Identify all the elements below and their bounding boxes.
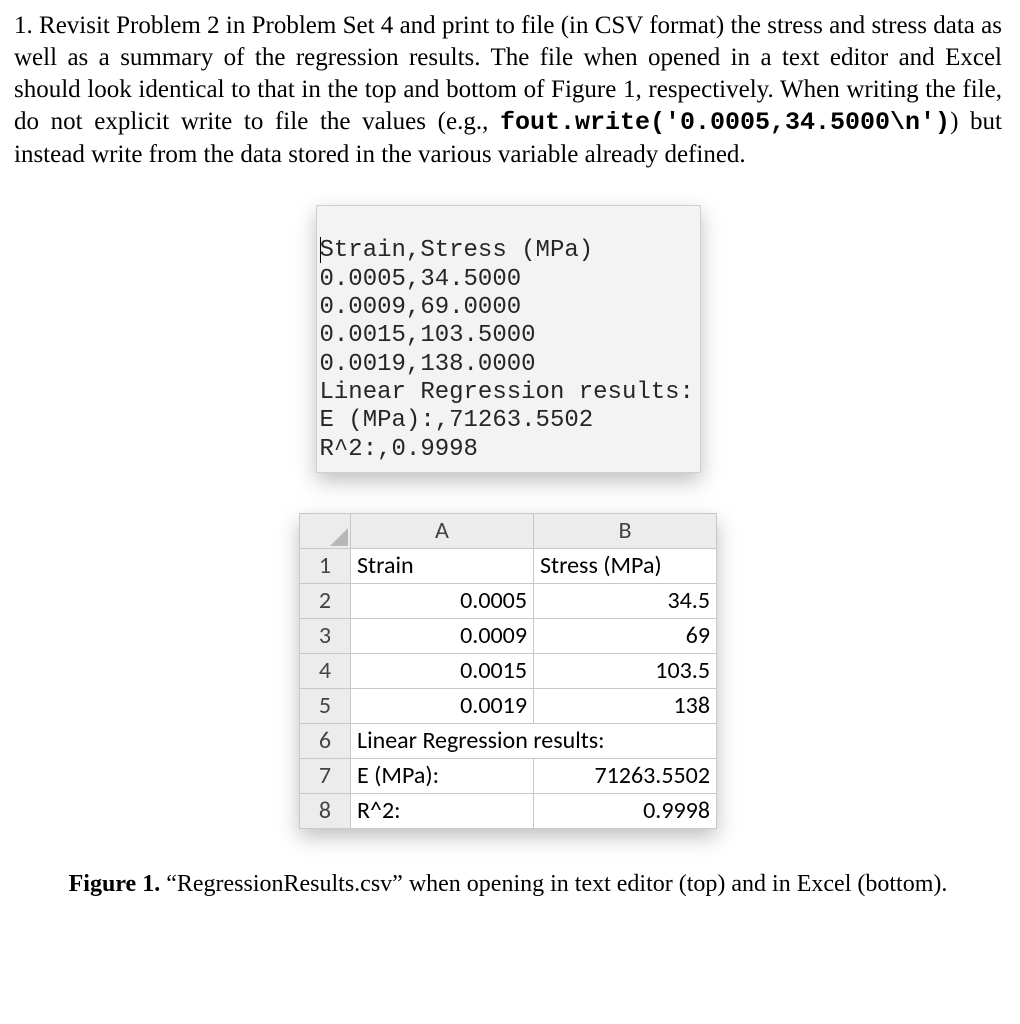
row-header[interactable]: 3 [300,618,351,653]
excel-header-row: A B [300,513,717,548]
text-editor-line: 0.0019,138.0000 [320,351,536,378]
excel-preview: A B 1 Strain Stress (MPa) 2 0.0005 34.5 … [299,513,717,829]
text-editor-line: 0.0005,34.5000 [320,266,522,293]
cell[interactable]: 0.0019 [351,688,534,723]
row-header[interactable]: 2 [300,583,351,618]
problem-statement: 1. Revisit Problem 2 in Problem Set 4 an… [14,10,1002,171]
text-editor-preview: Strain,Stress (MPa) 0.0005,34.5000 0.000… [316,205,701,473]
cell[interactable]: 34.5 [534,583,717,618]
figure-label: Figure 1. [69,871,161,897]
row-header[interactable]: 7 [300,758,351,793]
text-editor-line: 0.0015,103.5000 [320,322,536,349]
column-header-b[interactable]: B [534,513,717,548]
cell[interactable]: Linear Regression results: [351,723,717,758]
cell[interactable]: 71263.5502 [534,758,717,793]
select-all-corner[interactable] [300,513,351,548]
text-editor-line: 0.0009,69.0000 [320,294,522,321]
cell[interactable]: 0.0015 [351,653,534,688]
cell[interactable]: 0.9998 [534,793,717,828]
text-editor-line: Strain,Stress (MPa) [320,237,594,264]
table-row: 1 Strain Stress (MPa) [300,548,717,583]
code-example: fout.write('0.0005,34.5000\n') [500,108,950,137]
problem-number: 1. [14,12,33,39]
row-header[interactable]: 6 [300,723,351,758]
table-row: 7 E (MPa): 71263.5502 [300,758,717,793]
table-row: 6 Linear Regression results: [300,723,717,758]
row-header[interactable]: 4 [300,653,351,688]
table-row: 3 0.0009 69 [300,618,717,653]
cell[interactable]: 138 [534,688,717,723]
text-editor-line: E (MPa):,71263.5502 [320,407,594,434]
cell[interactable]: Stress (MPa) [534,548,717,583]
cell[interactable]: 0.0005 [351,583,534,618]
table-row: 5 0.0019 138 [300,688,717,723]
table-row: 4 0.0015 103.5 [300,653,717,688]
figures-container: Strain,Stress (MPa) 0.0005,34.5000 0.000… [14,205,1002,829]
row-header[interactable]: 8 [300,793,351,828]
table-row: 2 0.0005 34.5 [300,583,717,618]
cell[interactable]: E (MPa): [351,758,534,793]
cell[interactable]: Strain [351,548,534,583]
figure-caption-text: “RegressionResults.csv” when opening in … [160,871,947,897]
row-header[interactable]: 5 [300,688,351,723]
cell[interactable]: 0.0009 [351,618,534,653]
select-all-triangle-icon [330,528,348,546]
figure-caption: Figure 1. “RegressionResults.csv” when o… [14,869,1002,900]
text-editor-line: R^2:,0.9998 [320,436,478,463]
cell[interactable]: 103.5 [534,653,717,688]
cell[interactable]: 69 [534,618,717,653]
table-row: 8 R^2: 0.9998 [300,793,717,828]
column-header-a[interactable]: A [351,513,534,548]
cell[interactable]: R^2: [351,793,534,828]
text-editor-line: Linear Regression results: [320,379,694,406]
row-header[interactable]: 1 [300,548,351,583]
